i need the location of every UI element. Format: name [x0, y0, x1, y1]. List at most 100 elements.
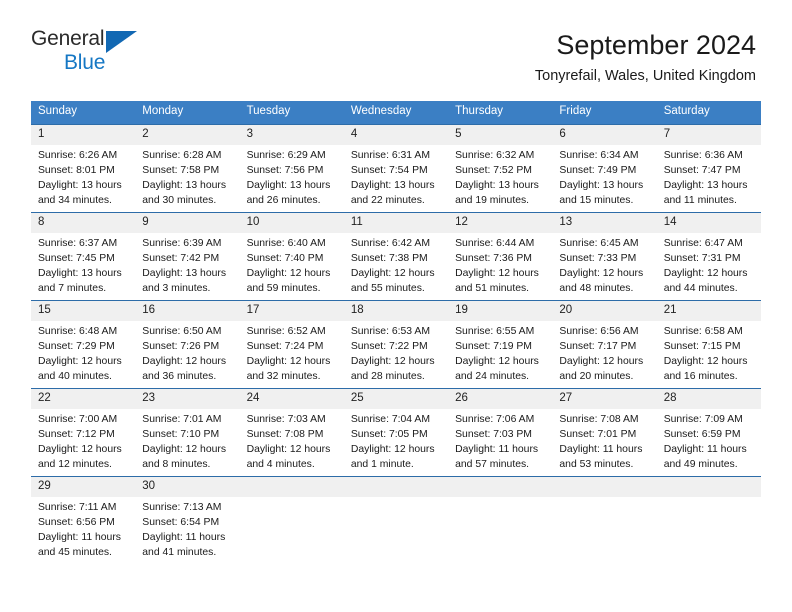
logo-text-blue: Blue	[64, 51, 106, 74]
daylight-text-line2: and 40 minutes.	[38, 370, 112, 382]
daylight-text-line2: and 53 minutes.	[559, 458, 634, 470]
daylight-text-line1: Daylight: 11 hours	[559, 443, 643, 455]
day-cell[interactable]: 17 Sunrise: 6:52 AM Sunset: 7:24 PM Dayl…	[239, 299, 344, 389]
day-cell[interactable]: 10 Sunrise: 6:40 AM Sunset: 7:40 PM Dayl…	[239, 211, 344, 301]
daylight-text-line1: Daylight: 13 hours	[246, 179, 331, 191]
day-cell[interactable]: 4 Sunrise: 6:31 AM Sunset: 7:54 PM Dayli…	[343, 123, 449, 213]
daylight-text-line2: and 8 minutes.	[142, 458, 211, 470]
daylight-text-line2: and 3 minutes.	[142, 282, 211, 294]
daylight-text-line1: Daylight: 13 hours	[663, 179, 748, 191]
daylight-text-line2: and 7 minutes.	[38, 282, 107, 294]
weekday-header-wednesday: Wednesday	[343, 100, 449, 125]
day-number: 27	[552, 388, 657, 410]
day-details: Sunrise: 7:01 AM Sunset: 7:10 PM Dayligh…	[135, 409, 239, 472]
day-number: 6	[552, 124, 657, 146]
daylight-text-line2: and 4 minutes.	[246, 458, 315, 470]
daylight-text-line2: and 36 minutes.	[142, 370, 217, 382]
daylight-text-line1: Daylight: 13 hours	[38, 179, 122, 191]
sunset-text: Sunset: 7:47 PM	[663, 165, 741, 177]
day-number: 19	[448, 300, 553, 322]
day-cell[interactable]: 27 Sunrise: 7:08 AM Sunset: 7:01 PM Dayl…	[552, 387, 657, 477]
sunset-text: Sunset: 7:01 PM	[559, 429, 637, 441]
daylight-text-line1: Daylight: 12 hours	[559, 267, 644, 279]
sunrise-text: Sunrise: 6:37 AM	[38, 238, 118, 250]
day-cell[interactable]: 16 Sunrise: 6:50 AM Sunset: 7:26 PM Dayl…	[135, 299, 240, 389]
day-cell[interactable]: 24 Sunrise: 7:03 AM Sunset: 7:08 PM Dayl…	[239, 387, 344, 477]
daylight-text-line1: Daylight: 12 hours	[246, 355, 331, 367]
day-cell[interactable]: 28 Sunrise: 7:09 AM Sunset: 6:59 PM Dayl…	[656, 387, 761, 477]
day-number: 9	[135, 212, 240, 234]
day-cell[interactable]: 3 Sunrise: 6:29 AM Sunset: 7:56 PM Dayli…	[239, 123, 344, 213]
day-cell[interactable]: 5 Sunrise: 6:32 AM Sunset: 7:52 PM Dayli…	[448, 123, 553, 213]
day-number-placeholder	[656, 476, 761, 498]
daylight-text-line2: and 45 minutes.	[38, 546, 112, 558]
calendar-week-row: 1 Sunrise: 6:26 AM Sunset: 8:01 PM Dayli…	[31, 123, 761, 213]
day-cell[interactable]: 7 Sunrise: 6:36 AM Sunset: 7:47 PM Dayli…	[656, 123, 761, 213]
day-details: Sunrise: 6:26 AM Sunset: 8:01 PM Dayligh…	[31, 145, 135, 208]
day-cell[interactable]: 20 Sunrise: 6:56 AM Sunset: 7:17 PM Dayl…	[552, 299, 657, 389]
day-cell[interactable]: 13 Sunrise: 6:45 AM Sunset: 7:33 PM Dayl…	[552, 211, 657, 301]
day-number: 20	[552, 300, 657, 322]
day-cell[interactable]: 25 Sunrise: 7:04 AM Sunset: 7:05 PM Dayl…	[343, 387, 449, 477]
day-details: Sunrise: 6:32 AM Sunset: 7:52 PM Dayligh…	[448, 145, 552, 208]
day-cell[interactable]: 8 Sunrise: 6:37 AM Sunset: 7:45 PM Dayli…	[31, 211, 136, 301]
sunrise-text: Sunrise: 6:29 AM	[246, 150, 326, 162]
weekday-header-thursday: Thursday	[448, 100, 553, 125]
day-cell[interactable]: 9 Sunrise: 6:39 AM Sunset: 7:42 PM Dayli…	[135, 211, 240, 301]
sunrise-text: Sunrise: 6:52 AM	[246, 326, 326, 338]
day-details: Sunrise: 6:48 AM Sunset: 7:29 PM Dayligh…	[31, 321, 135, 384]
day-details: Sunrise: 6:34 AM Sunset: 7:49 PM Dayligh…	[552, 145, 656, 208]
day-number: 14	[656, 212, 761, 234]
calendar-week-row: 22 Sunrise: 7:00 AM Sunset: 7:12 PM Dayl…	[31, 387, 761, 477]
day-cell[interactable]: 6 Sunrise: 6:34 AM Sunset: 7:49 PM Dayli…	[552, 123, 657, 213]
sunrise-text: Sunrise: 7:03 AM	[246, 414, 326, 426]
day-cell[interactable]: 18 Sunrise: 6:53 AM Sunset: 7:22 PM Dayl…	[343, 299, 449, 389]
day-cell[interactable]: 2 Sunrise: 6:28 AM Sunset: 7:58 PM Dayli…	[135, 123, 240, 213]
day-details: Sunrise: 6:55 AM Sunset: 7:19 PM Dayligh…	[448, 321, 552, 384]
day-number: 15	[31, 300, 136, 322]
daylight-text-line2: and 22 minutes.	[350, 194, 425, 206]
day-cell[interactable]: 11 Sunrise: 6:42 AM Sunset: 7:38 PM Dayl…	[343, 211, 449, 301]
daylight-text-line2: and 41 minutes.	[142, 546, 217, 558]
day-details: Sunrise: 6:47 AM Sunset: 7:31 PM Dayligh…	[657, 233, 761, 296]
sunset-text: Sunset: 6:59 PM	[663, 429, 741, 441]
day-cell[interactable]: 14 Sunrise: 6:47 AM Sunset: 7:31 PM Dayl…	[656, 211, 761, 301]
general-blue-logo[interactable]: General Blue	[31, 28, 151, 80]
day-cell[interactable]: 30 Sunrise: 7:13 AM Sunset: 6:54 PM Dayl…	[135, 475, 240, 565]
sunrise-text: Sunrise: 6:53 AM	[350, 326, 430, 338]
daylight-text-line1: Daylight: 13 hours	[142, 267, 227, 279]
day-cell[interactable]: 22 Sunrise: 7:00 AM Sunset: 7:12 PM Dayl…	[31, 387, 136, 477]
day-cell[interactable]: 1 Sunrise: 6:26 AM Sunset: 8:01 PM Dayli…	[31, 123, 136, 213]
daylight-text-line1: Daylight: 12 hours	[663, 355, 748, 367]
day-number: 4	[343, 124, 449, 146]
day-details: Sunrise: 7:04 AM Sunset: 7:05 PM Dayligh…	[344, 409, 448, 472]
day-cell[interactable]: 15 Sunrise: 6:48 AM Sunset: 7:29 PM Dayl…	[31, 299, 136, 389]
day-details: Sunrise: 6:28 AM Sunset: 7:58 PM Dayligh…	[135, 145, 239, 208]
day-cell[interactable]: 29 Sunrise: 7:11 AM Sunset: 6:56 PM Dayl…	[31, 475, 136, 565]
day-details: Sunrise: 6:37 AM Sunset: 7:45 PM Dayligh…	[31, 233, 135, 296]
day-details: Sunrise: 6:45 AM Sunset: 7:33 PM Dayligh…	[552, 233, 656, 296]
sunrise-text: Sunrise: 6:32 AM	[455, 150, 535, 162]
page-subtitle: Tonyrefail, Wales, United Kingdom	[534, 68, 756, 85]
sunset-text: Sunset: 7:54 PM	[350, 165, 428, 177]
day-cell[interactable]: 23 Sunrise: 7:01 AM Sunset: 7:10 PM Dayl…	[135, 387, 240, 477]
calendar-body: 1 Sunrise: 6:26 AM Sunset: 8:01 PM Dayli…	[31, 123, 761, 565]
day-cell[interactable]: 12 Sunrise: 6:44 AM Sunset: 7:36 PM Dayl…	[448, 211, 553, 301]
weekday-header-tuesday: Tuesday	[239, 100, 344, 125]
day-number: 22	[31, 388, 136, 410]
sunset-text: Sunset: 7:40 PM	[246, 253, 324, 265]
daylight-text-line1: Daylight: 12 hours	[350, 267, 435, 279]
day-cell[interactable]: 26 Sunrise: 7:06 AM Sunset: 7:03 PM Dayl…	[448, 387, 553, 477]
day-cell[interactable]: 19 Sunrise: 6:55 AM Sunset: 7:19 PM Dayl…	[448, 299, 553, 389]
daylight-text-line1: Daylight: 11 hours	[38, 531, 121, 543]
day-cell[interactable]: 21 Sunrise: 6:58 AM Sunset: 7:15 PM Dayl…	[656, 299, 761, 389]
day-details: Sunrise: 7:00 AM Sunset: 7:12 PM Dayligh…	[31, 409, 135, 472]
day-number: 16	[135, 300, 240, 322]
daylight-text-line1: Daylight: 12 hours	[38, 443, 122, 455]
day-details: Sunrise: 7:06 AM Sunset: 7:03 PM Dayligh…	[448, 409, 552, 472]
sunrise-text: Sunrise: 6:26 AM	[38, 150, 118, 162]
daylight-text-line1: Daylight: 13 hours	[559, 179, 644, 191]
daylight-text-line2: and 26 minutes.	[246, 194, 321, 206]
sunset-text: Sunset: 7:52 PM	[455, 165, 532, 177]
sunrise-text: Sunrise: 6:44 AM	[455, 238, 535, 250]
